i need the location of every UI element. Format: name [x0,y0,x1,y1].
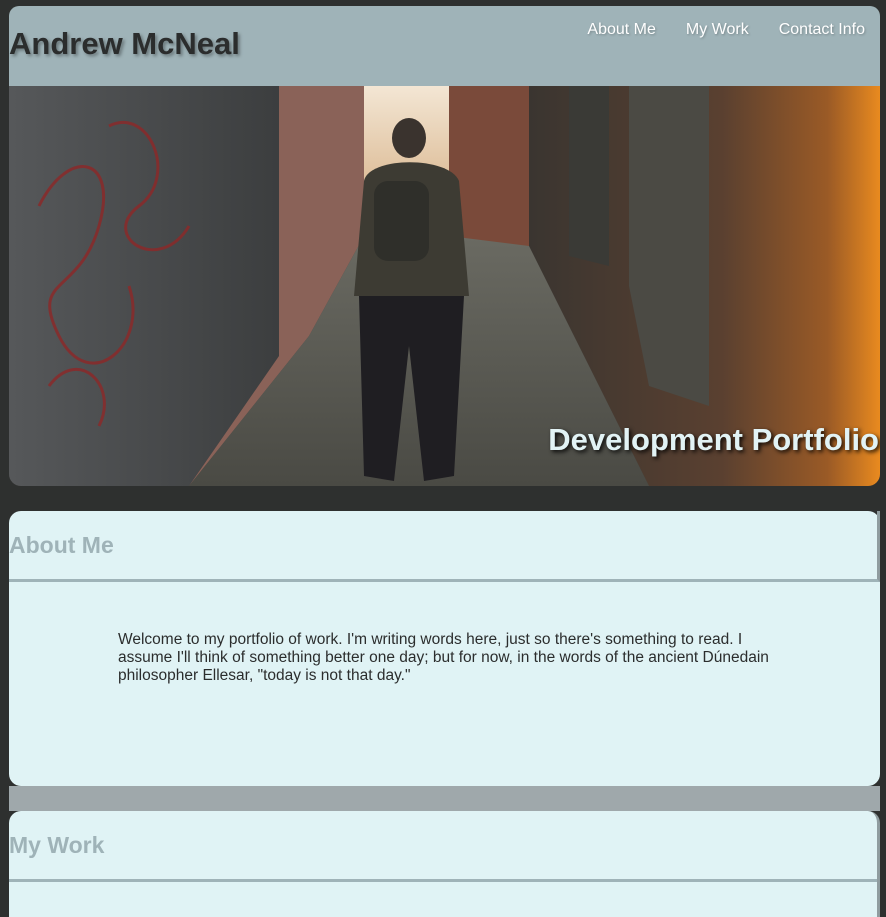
site-header: Andrew McNeal About Me My Work Contact I… [9,6,880,86]
about-section: About Me Welcome to my portfolio of work… [9,511,880,786]
site-title: Andrew McNeal [9,26,240,61]
section-divider [9,786,880,811]
my-work-section: My Work [9,811,880,917]
hero-banner: Development Portfolio [9,86,880,486]
main-nav: About Me My Work Contact Info [587,21,865,39]
nav-link-about-me[interactable]: About Me [587,21,655,39]
about-heading: About Me [9,511,880,582]
my-work-heading: My Work [9,811,877,882]
nav-link-contact-info[interactable]: Contact Info [779,21,865,39]
about-text: Welcome to my portfolio of work. I'm wri… [118,631,769,684]
about-body: Welcome to my portfolio of work. I'm wri… [9,582,880,685]
hero-caption: Development Portfolio [548,422,879,457]
nav-link-my-work[interactable]: My Work [686,21,749,39]
